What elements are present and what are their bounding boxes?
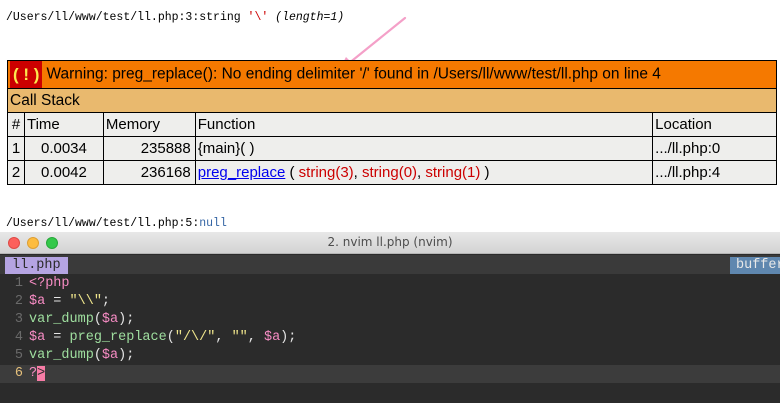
row-num: 1	[7, 136, 25, 161]
code-token: var_dump	[29, 348, 94, 363]
code-token: =	[45, 294, 70, 309]
code-line[interactable]: 1 <?php	[0, 275, 780, 293]
line-number: 6	[14, 366, 23, 381]
column-num: #	[7, 112, 25, 137]
row-num: 2	[7, 160, 25, 185]
row-time: 0.0034	[23, 136, 104, 161]
row-time: 0.0042	[23, 160, 104, 185]
code-token: preg_replace	[69, 330, 167, 345]
var-dump-value: null	[199, 217, 227, 230]
column-function: Function	[194, 112, 654, 137]
code-token: $a	[263, 330, 281, 345]
code-token: );	[118, 312, 135, 327]
arg-1: string(3)	[298, 164, 354, 181]
call-stack-title: Call Stack	[7, 88, 777, 113]
code-token: "/\/"	[174, 330, 216, 345]
var-dump-type: string	[199, 11, 248, 24]
column-location: Location	[652, 112, 777, 137]
column-time: Time	[23, 112, 104, 137]
code-token: var_dump	[29, 312, 94, 327]
call-stack-header: Call Stack	[7, 88, 777, 113]
tab-current-file[interactable]: ll.php	[5, 257, 68, 274]
code-token: $a	[29, 294, 46, 309]
function-doc-link[interactable]: preg_replace	[198, 164, 286, 181]
args-open: (	[285, 164, 299, 181]
code-editor[interactable]: 1 <?php 2 $a = "\\"; 3 var_dump($a); 4 $a = pre…	[0, 275, 780, 383]
warning-row: ( ! ) Warning: preg_replace(): No ending …	[7, 60, 777, 89]
column-memory: Memory	[102, 112, 196, 137]
warning-badge: ( ! )	[10, 61, 43, 88]
code-token: ;	[101, 294, 111, 309]
code-token: <?php	[29, 276, 70, 291]
table-row: 1 0.0034 235888 {main}( ) .../ll.php:0	[7, 136, 777, 161]
terminal-window: 2. nvim ll.php (nvim) ll.php buffers 1 <?…	[0, 232, 780, 403]
line-number: 1	[14, 276, 23, 291]
code-token: );	[280, 330, 297, 345]
var-dump-output-2: /Users/ll/www/test/ll.php:5:null	[6, 217, 227, 230]
code-token: );	[118, 348, 135, 363]
window-titlebar[interactable]: 2. nvim ll.php (nvim)	[0, 232, 780, 254]
xdebug-error-table: ( ! ) Warning: preg_replace(): No ending …	[7, 60, 777, 185]
row-memory: 235888	[102, 136, 196, 161]
warning-message: Warning: preg_replace(): No ending delim…	[46, 65, 661, 83]
row-function: preg_replace ( string(3), string(0), str…	[194, 160, 654, 185]
row-location: .../ll.php:0	[652, 136, 777, 161]
var-dump-output-1: /Users/ll/www/test/ll.php:3:string '\' (…	[6, 11, 344, 24]
code-token: $a	[101, 348, 119, 363]
var-dump-value: '\'	[247, 11, 269, 24]
row-memory: 236168	[102, 160, 196, 185]
row-location: .../ll.php:4	[652, 160, 777, 185]
line-number: 3	[14, 312, 23, 327]
code-token: ?	[29, 366, 38, 381]
code-token: $a	[101, 312, 119, 327]
code-token: ""	[231, 330, 248, 345]
code-token: (	[166, 330, 175, 345]
arg-3: string(1)	[425, 164, 481, 181]
var-dump-path: /Users/ll/www/test/ll.php:3:	[6, 11, 200, 24]
code-line[interactable]: 4 $a = preg_replace("/\/", "", $a);	[0, 329, 780, 347]
tab-buffers-label: buffers	[730, 257, 780, 274]
code-token: "\\"	[69, 294, 102, 309]
call-stack-columns: # Time Memory Function Location	[7, 112, 777, 137]
args-close: )	[480, 164, 490, 181]
var-dump-path: /Users/ll/www/test/ll.php:5:	[6, 217, 200, 230]
line-number: 4	[14, 330, 23, 345]
code-line[interactable]: 2 $a = "\\";	[0, 293, 780, 311]
line-number: 2	[14, 294, 23, 309]
line-number: 5	[14, 348, 23, 363]
code-token: =	[45, 330, 70, 345]
row-function: {main}( )	[194, 136, 654, 161]
code-token: ,	[215, 330, 232, 345]
code-token: ,	[247, 330, 264, 345]
table-row: 2 0.0042 236168 preg_replace ( string(3)…	[7, 160, 777, 185]
code-token: $a	[29, 330, 46, 345]
arg-sep-1: ,	[353, 164, 363, 181]
code-token: (	[93, 312, 102, 327]
code-line[interactable]: 3 var_dump($a);	[0, 311, 780, 329]
text-cursor: >	[37, 366, 46, 381]
arg-2: string(0)	[362, 164, 418, 181]
code-line[interactable]: 6 ?>	[0, 365, 780, 383]
window-title: 2. nvim ll.php (nvim)	[327, 235, 453, 249]
code-line[interactable]: 5 var_dump($a);	[0, 347, 780, 365]
nvim-tabline: ll.php buffers	[0, 255, 780, 274]
warning-cell: ( ! ) Warning: preg_replace(): No ending …	[7, 60, 777, 89]
code-token: (	[93, 348, 102, 363]
